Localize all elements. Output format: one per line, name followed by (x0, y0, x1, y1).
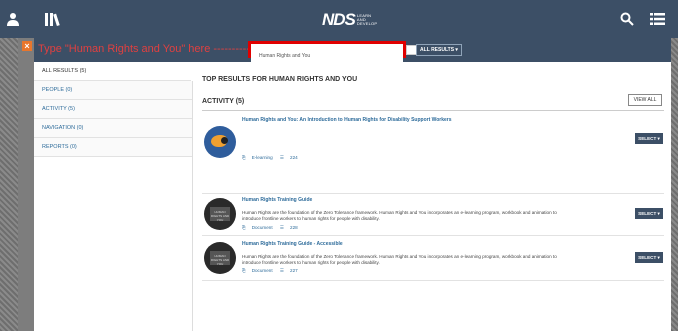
result-meta: ⎘ E-learning ☰ 224 (242, 155, 304, 161)
sidebar-item-activity[interactable]: ACTIVITY (5) (34, 100, 192, 119)
result-meta: ⎘ Document ☰ 228 (242, 225, 304, 231)
views-icon: ☰ (279, 225, 285, 230)
row-divider (202, 280, 664, 281)
result-type: Document (251, 268, 273, 273)
result-thumbnail[interactable]: HUMAN RIGHTS AND YOU (204, 198, 236, 230)
result-title[interactable]: Human Rights and You: An Introduction to… (242, 117, 452, 123)
result-views: 228 (290, 225, 298, 230)
search-input-highlight (248, 41, 406, 62)
result-title[interactable]: Human Rights Training Guide - Accessible (242, 241, 343, 247)
nds-logo[interactable]: NDS LEARN AND DEVELOP (322, 10, 377, 30)
left-background-strip (0, 38, 18, 331)
document-icon: ⎘ (242, 225, 246, 230)
views-icon: ☰ (279, 155, 285, 160)
result-meta: ⎘ Document ☰ 227 (242, 268, 304, 274)
instruction-annotation: Type "Human Rights and You" here -------… (38, 43, 268, 55)
sidebar-item-navigation[interactable]: NAVIGATION (0) (34, 119, 192, 138)
result-type: Document (251, 225, 273, 230)
row-divider (202, 235, 664, 236)
search-input[interactable] (251, 50, 403, 62)
result-views: 224 (290, 155, 298, 160)
result-description: Human Rights are the foundation of the Z… (242, 254, 557, 265)
user-icon[interactable] (6, 12, 20, 26)
section-divider (202, 110, 664, 111)
results-main: TOP RESULTS FOR HUMAN RIGHTS AND YOU ACT… (194, 62, 671, 331)
result-type: E-learning (251, 155, 273, 160)
result-views: 227 (290, 268, 298, 273)
thumb-caption: HUMAN RIGHTS AND YOU (210, 207, 230, 222)
views-icon: ☰ (279, 268, 285, 273)
sidebar-item-all-results[interactable]: ALL RESULTS (5) (34, 62, 193, 81)
bird-logo-icon (211, 135, 228, 147)
search-results-panel: Type "Human Rights and You" here -------… (34, 38, 671, 331)
select-button[interactable]: SELECT ▾ (635, 208, 663, 219)
document-icon: ⎘ (242, 268, 246, 273)
select-button[interactable]: SELECT ▾ (635, 252, 663, 263)
elearning-icon: ⎘ (242, 155, 246, 160)
sidebar-item-reports[interactable]: REPORTS (0) (34, 138, 192, 157)
results-sidebar: ALL RESULTS (5) PEOPLE (0) ACTIVITY (5) … (34, 62, 193, 331)
select-button[interactable]: SELECT ▾ (635, 133, 663, 144)
search-header: Type "Human Rights and You" here -------… (34, 38, 671, 62)
thumb-caption: HUMAN RIGHTS AND YOU (210, 251, 230, 266)
top-navbar: NDS LEARN AND DEVELOP (0, 0, 678, 38)
all-results-filter-button[interactable]: ALL RESULTS ▾ (416, 44, 462, 56)
result-thumbnail[interactable]: HUMAN RIGHTS AND YOU (204, 242, 236, 274)
menu-icon[interactable] (650, 12, 665, 26)
result-description: Human Rights are the foundation of the Z… (242, 210, 557, 221)
right-background-strip (671, 38, 678, 331)
page-title: TOP RESULTS FOR HUMAN RIGHTS AND YOU (202, 76, 358, 83)
activity-section-title: ACTIVITY (5) (202, 98, 245, 105)
search-icon[interactable] (620, 12, 634, 26)
result-thumbnail[interactable] (204, 126, 236, 158)
library-icon[interactable] (44, 11, 66, 27)
sidebar-item-people[interactable]: PEOPLE (0) (34, 81, 192, 100)
close-tab (18, 38, 34, 331)
view-all-button[interactable]: VIEW ALL (628, 94, 662, 106)
close-icon[interactable]: × (22, 41, 32, 51)
result-title[interactable]: Human Rights Training Guide (242, 197, 312, 203)
row-divider (202, 193, 664, 194)
